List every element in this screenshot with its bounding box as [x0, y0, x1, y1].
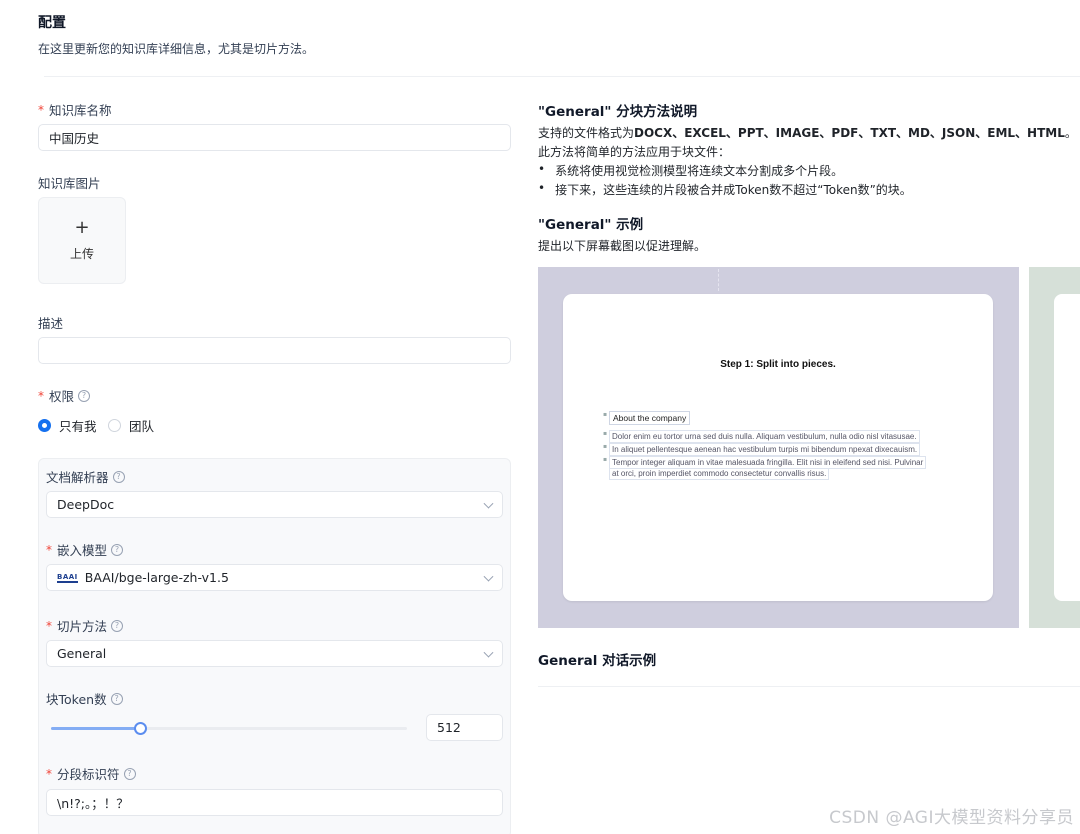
embedding-select[interactable]: BAAI BAAI/bge-large-zh-v1.5 [46, 564, 503, 591]
delimiter-label-text: 分段标识符 [57, 767, 120, 782]
parser-select[interactable]: DeepDoc [46, 491, 503, 518]
example-card [1054, 294, 1080, 601]
slider-handle[interactable] [134, 722, 147, 735]
example-screenshot-next [1029, 267, 1080, 628]
parser-label-text: 文档解析器 [46, 470, 109, 485]
example-screenshot: Step 1: Split into pieces. ▪ About the c… [538, 267, 1019, 628]
chevron-down-icon [483, 571, 494, 582]
question-circle-icon[interactable]: ? [78, 389, 91, 402]
divider [538, 686, 1080, 687]
chunk-tokens-label-text: 块Token数 [46, 692, 107, 707]
chunk-method-select-value: General [57, 646, 107, 661]
permission-radio-team[interactable]: 团队 [108, 416, 154, 435]
required-marker: * [38, 388, 44, 403]
permission-radio-only-me[interactable]: 只有我 [38, 416, 97, 435]
example-heading: "General" 示例 [538, 217, 644, 233]
chunk-method-label: * 切片方法 ? [46, 616, 124, 635]
parser-label: 文档解析器 ? [46, 467, 125, 486]
chevron-down-icon [483, 498, 494, 509]
kb-image-label: 知识库图片 [38, 176, 101, 191]
radio-label: 只有我 [59, 419, 97, 434]
page-subtitle: 在这里更新您的知识库详细信息，尤其是切片方法。 [38, 42, 315, 56]
question-circle-icon[interactable]: ? [112, 470, 125, 483]
formats-prefix: 支持的文件格式为 [538, 126, 635, 140]
formats-list: DOCX、EXCEL、PPT、IMAGE、PDF、TXT、MD、JSON、EML… [634, 126, 1065, 140]
permission-label-text: 权限 [49, 389, 75, 404]
question-circle-icon[interactable]: ? [111, 543, 124, 556]
marker: ▪ [603, 411, 608, 418]
doc-title: About the company [609, 411, 691, 425]
example-card: Step 1: Split into pieces. ▪ About the c… [563, 294, 993, 601]
marker: ▪ [603, 430, 608, 437]
page-title: 配置 [38, 15, 66, 31]
bullet-text: 接下来，这些连续的片段被合并成Token数不超过“Token数”的块。 [555, 183, 912, 197]
chunk-tokens-input[interactable]: 512 [426, 714, 503, 741]
description-input[interactable] [38, 337, 511, 364]
question-circle-icon[interactable]: ? [110, 692, 123, 705]
chunk-method-label-text: 切片方法 [57, 619, 108, 634]
description-label: 描述 [38, 316, 64, 331]
marker: ▪ [603, 443, 608, 450]
bullet-dot: • [538, 162, 546, 176]
permission-label: * 权限 ? [38, 386, 91, 405]
delimiter-label: * 分段标识符 ? [46, 764, 136, 783]
parser-select-value: DeepDoc [57, 497, 115, 512]
header-divider [44, 76, 1080, 77]
required-marker: * [46, 618, 52, 633]
method-intro: 此方法将简单的方法应用于块文件： [538, 145, 731, 159]
required-marker: * [38, 102, 44, 117]
slider-fill [51, 727, 140, 730]
kb-name-label: * 知识库名称 [38, 100, 112, 119]
chunk-tokens-slider[interactable] [51, 722, 407, 735]
doc-line: In aliquet pellentesque aenean hac vesti… [609, 443, 921, 456]
step-title: Step 1: Split into pieces. [720, 359, 836, 370]
radio-label: 团队 [129, 419, 155, 434]
delimiter-input[interactable]: \n!?;。；！？ [46, 789, 503, 816]
plus-icon: + [74, 217, 90, 238]
image-upload-button[interactable]: + 上传 [38, 197, 126, 284]
chevron-down-icon [483, 647, 494, 658]
upload-label: 上传 [69, 247, 94, 261]
watermark: CSDN @AGI大模型资料分享员 [829, 808, 1074, 828]
embedding-label-text: 嵌入模型 [57, 543, 108, 558]
ruler-marks [718, 269, 838, 291]
bullet-dot: • [538, 181, 546, 195]
example-text: 提出以下屏幕截图以促进理解。 [538, 239, 707, 253]
bullet-text: 系统将使用视觉检测模型将连续文本分割成多个片段。 [555, 164, 844, 178]
kb-name-input[interactable]: 中国历史 [38, 124, 511, 151]
method-heading: "General" 分块方法说明 [538, 104, 698, 120]
radio-checked-icon [38, 419, 51, 432]
baai-logo-icon: BAAI [57, 572, 78, 583]
required-marker: * [46, 766, 52, 781]
doc-line: at orci, proin imperdiet commodo consect… [609, 468, 830, 480]
embedding-select-value: BAAI/bge-large-zh-v1.5 [84, 570, 229, 585]
radio-unchecked-icon [108, 419, 121, 432]
required-marker: * [46, 542, 52, 557]
marker: ▪ [603, 456, 608, 463]
chunk-tokens-label: 块Token数 ? [46, 689, 123, 708]
doc-line: Dolor enim eu tortor urna sed duis nulla… [609, 430, 920, 443]
list-item: • 系统将使用视觉检测模型将连续文本分割成多个片段。 [538, 162, 843, 179]
question-circle-icon[interactable]: ? [111, 619, 124, 632]
supported-formats: 支持的文件格式为DOCX、EXCEL、PPT、IMAGE、PDF、TXT、MD、… [538, 124, 1077, 141]
chunk-method-select[interactable]: General [46, 640, 503, 667]
formats-suffix: 。 [1064, 126, 1077, 140]
embedding-label: * 嵌入模型 ? [46, 540, 124, 559]
list-item: • 接下来，这些连续的片段被合并成Token数不超过“Token数”的块。 [538, 181, 912, 198]
question-circle-icon[interactable]: ? [123, 767, 136, 780]
kb-name-label-text: 知识库名称 [49, 103, 112, 118]
dialog-example-heading: General 对话示例 [538, 653, 657, 669]
